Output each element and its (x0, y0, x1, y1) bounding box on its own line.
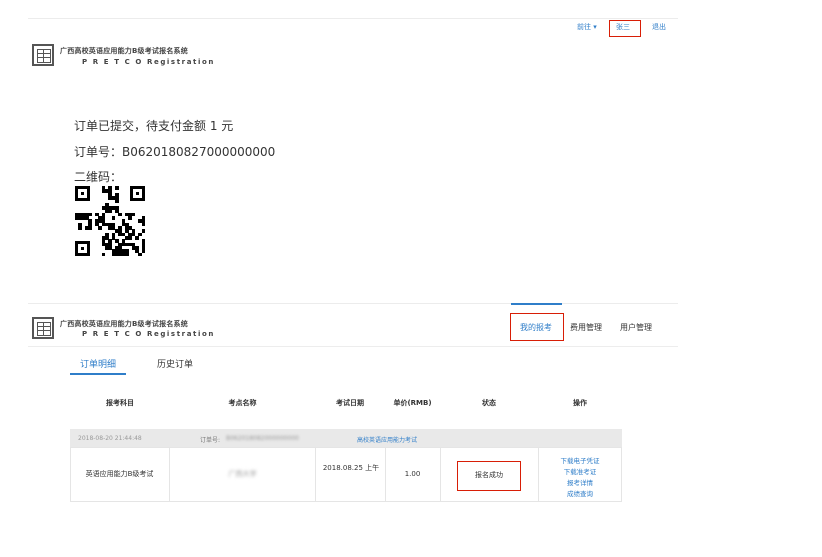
qr-module (141, 222, 146, 227)
qr-module (131, 212, 136, 217)
nav-user-management[interactable]: 用户管理 (620, 322, 652, 333)
qr-finder-pattern (75, 186, 90, 201)
home-dropdown[interactable]: 前往 ▾ (577, 22, 597, 34)
header-divider (28, 346, 678, 347)
column-header-price: 单价(RMB) (393, 399, 432, 407)
order-submitted-text: 订单已提交，待支付金额 1 元 (74, 119, 234, 133)
download-voucher-link[interactable]: 下载电子凭证 (538, 455, 622, 465)
status-badge: 报名成功 (475, 471, 503, 479)
system-subtitle: P R E T C O Registration (82, 58, 215, 66)
column-divider (440, 447, 441, 502)
nav-fee-management[interactable]: 费用管理 (570, 322, 602, 333)
logout-link[interactable]: 退出 (652, 22, 666, 34)
column-header-venue: 考点名称 (228, 399, 257, 407)
qr-module (98, 226, 102, 230)
nav-my-registration[interactable]: 我的报考 (520, 322, 552, 333)
column-header-subject: 报考科目 (106, 399, 134, 407)
cell-price: 1.00 (404, 470, 421, 478)
qr-module (135, 236, 139, 240)
cell-date: 2018.08.25 上午 (322, 464, 380, 472)
system-title: 广西高校英语应用能力B级考试报名系统 (60, 47, 188, 55)
qr-module (88, 212, 92, 217)
tab-history-orders[interactable]: 历史订单 (157, 357, 193, 370)
qr-module (128, 236, 132, 240)
qr-finder-pattern (75, 241, 90, 256)
nav-active-indicator (511, 303, 562, 305)
qr-module (88, 226, 92, 230)
exam-name-link[interactable]: 高校英语应用能力考试 (357, 435, 417, 444)
order-number-label: 订单号: (200, 437, 221, 444)
qr-module (118, 212, 122, 217)
qr-module (141, 229, 146, 233)
qr-module (128, 216, 132, 220)
qr-module (78, 226, 82, 230)
order-number: B062018082000000000 (226, 435, 299, 442)
download-admission-ticket-link[interactable]: 下载准考证 (538, 466, 622, 476)
qr-module (138, 232, 142, 237)
order-number-text: 订单号：B0620180827000000000 (74, 145, 276, 159)
cell-subject: 英语应用能力B级考试 (85, 470, 154, 478)
column-divider (315, 447, 316, 502)
system-logo-icon (32, 317, 54, 339)
qr-module (125, 252, 129, 257)
bottom-divider (28, 303, 678, 304)
qr-module (141, 249, 146, 253)
score-query-link[interactable]: 成绩查询 (538, 488, 622, 498)
qr-module (101, 252, 106, 257)
qr-module (108, 209, 112, 213)
payment-qr-code-icon (75, 186, 146, 257)
qr-label: 二维码： (74, 170, 123, 184)
column-header-date: 考试日期 (336, 399, 364, 407)
system-title: 广西高校英语应用能力B级考试报名系统 (60, 320, 188, 328)
registration-details-link[interactable]: 报考详情 (538, 477, 622, 487)
order-time: 2018-08-20 21:44:48 (78, 435, 142, 442)
column-header-actions: 操作 (573, 399, 587, 407)
qr-module (115, 199, 119, 203)
user-name-link[interactable]: 张三 (609, 20, 641, 37)
system-subtitle: P R E T C O Registration (82, 330, 215, 338)
qr-module (111, 216, 116, 220)
qr-module (138, 252, 142, 257)
qr-module (115, 186, 119, 190)
system-logo-icon (32, 44, 54, 66)
cell-venue: 广西大学 (228, 470, 257, 478)
tab-order-details[interactable]: 订单明细 (80, 357, 116, 370)
top-divider (28, 18, 678, 19)
tab-active-underline (70, 373, 126, 375)
column-header-status: 状态 (482, 399, 496, 407)
qr-finder-pattern (130, 186, 145, 201)
order-info-row (70, 429, 622, 447)
